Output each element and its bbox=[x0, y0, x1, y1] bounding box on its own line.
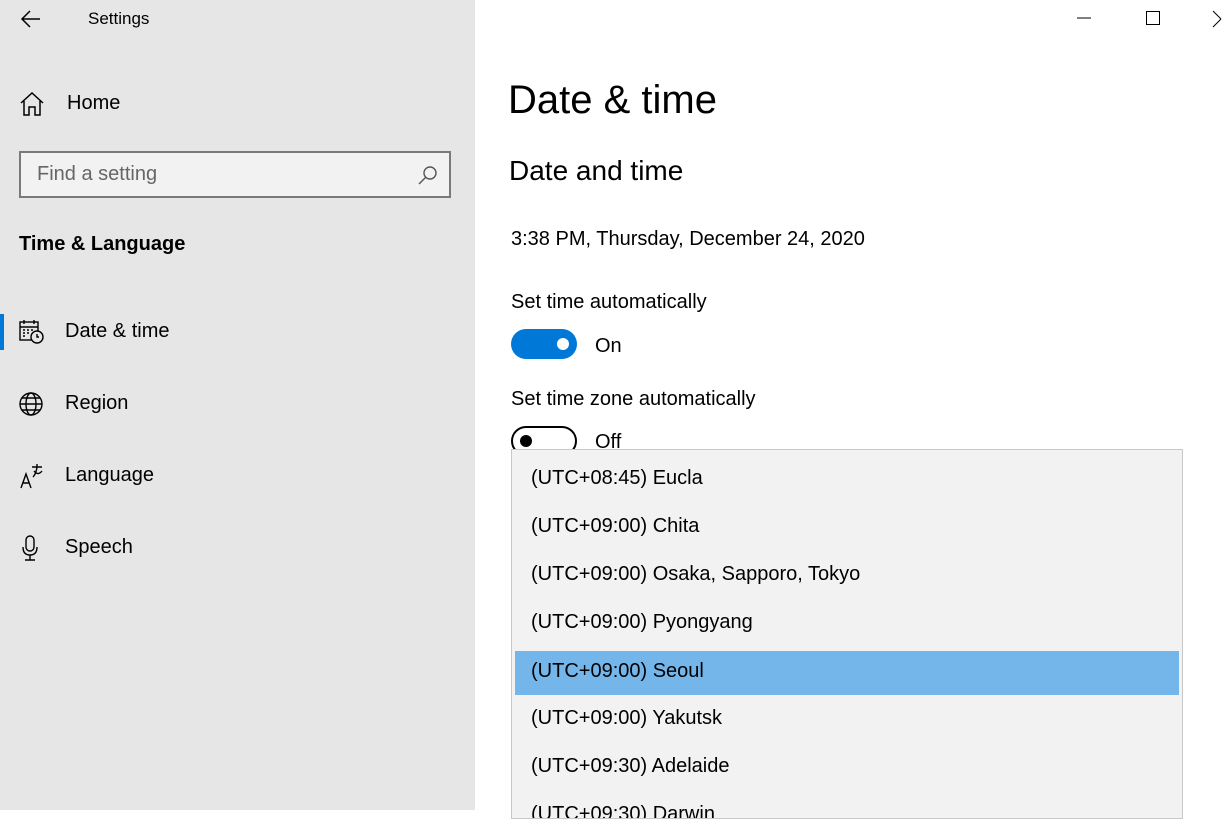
timezone-dropdown-list[interactable]: (UTC+08:45) Eucla (UTC+09:00) Chita (UTC… bbox=[511, 449, 1183, 819]
timezone-option-label: (UTC+09:00) Yakutsk bbox=[531, 707, 723, 729]
sidebar-item-speech[interactable]: Speech bbox=[0, 524, 475, 572]
app-title: Settings bbox=[88, 9, 150, 28]
timezone-option[interactable]: (UTC+08:45) Eucla bbox=[515, 458, 1179, 502]
sidebar-item-language[interactable]: Language bbox=[0, 452, 475, 500]
microphone-icon bbox=[18, 534, 46, 562]
sidebar-item-date-time[interactable]: Date & time bbox=[0, 308, 475, 356]
sidebar-item-label: Language bbox=[65, 464, 154, 486]
timezone-option[interactable]: (UTC+09:00) Chita bbox=[515, 506, 1179, 550]
timezone-option-label: (UTC+09:00) Osaka, Sapporo, Tokyo bbox=[531, 563, 861, 585]
home-icon bbox=[18, 90, 46, 118]
language-icon bbox=[18, 462, 46, 490]
search-icon[interactable] bbox=[417, 164, 439, 186]
calendar-clock-icon bbox=[18, 318, 46, 346]
timezone-option-label: (UTC+09:00) Seoul bbox=[531, 660, 704, 682]
toggle-knob bbox=[520, 435, 532, 447]
timezone-option-label: (UTC+09:00) Chita bbox=[531, 515, 700, 537]
timezone-option-selected[interactable]: (UTC+09:00) Seoul bbox=[515, 651, 1179, 695]
current-datetime: 3:38 PM, Thursday, December 24, 2020 bbox=[511, 228, 865, 250]
sidebar-item-region[interactable]: Region bbox=[0, 380, 475, 428]
timezone-option[interactable]: (UTC+09:30) Darwin bbox=[515, 794, 1179, 819]
search-box[interactable] bbox=[19, 151, 451, 198]
sidebar: Settings Home Time & Language bbox=[0, 0, 475, 810]
set-timezone-auto-label: Set time zone automatically bbox=[511, 388, 756, 410]
set-time-auto-toggle[interactable] bbox=[511, 329, 577, 359]
timezone-option[interactable]: (UTC+09:00) Pyongyang bbox=[515, 602, 1179, 646]
timezone-option[interactable]: (UTC+09:00) Osaka, Sapporo, Tokyo bbox=[515, 554, 1179, 598]
close-icon bbox=[1212, 10, 1222, 28]
search-input[interactable] bbox=[37, 153, 407, 196]
timezone-option[interactable]: (UTC+09:00) Yakutsk bbox=[515, 698, 1179, 742]
close-button[interactable] bbox=[1199, 0, 1223, 36]
timezone-option-label: (UTC+09:00) Pyongyang bbox=[531, 611, 753, 633]
sidebar-item-label: Speech bbox=[65, 536, 133, 558]
timezone-option-label: (UTC+08:45) Eucla bbox=[531, 467, 703, 489]
minimize-icon bbox=[1077, 17, 1091, 19]
minimize-button[interactable] bbox=[1061, 0, 1107, 36]
page-title: Date & time bbox=[508, 78, 717, 122]
back-button[interactable] bbox=[14, 2, 50, 34]
sidebar-item-label: Region bbox=[65, 392, 129, 414]
section-title: Time & Language bbox=[19, 233, 186, 255]
sidebar-item-label: Date & time bbox=[65, 320, 170, 342]
toggle-knob bbox=[557, 338, 569, 350]
set-time-auto-state: On bbox=[595, 335, 622, 357]
maximize-icon bbox=[1146, 11, 1160, 25]
set-time-auto-label: Set time automatically bbox=[511, 291, 707, 313]
timezone-option-label: (UTC+09:30) Darwin bbox=[531, 803, 715, 819]
maximize-button[interactable] bbox=[1130, 0, 1176, 36]
home-nav-item[interactable]: Home bbox=[18, 86, 458, 122]
timezone-option-label: (UTC+09:30) Adelaide bbox=[531, 755, 730, 777]
globe-icon bbox=[18, 390, 46, 418]
back-arrow-icon bbox=[20, 10, 40, 28]
timezone-option[interactable]: (UTC+09:30) Adelaide bbox=[515, 746, 1179, 790]
home-label: Home bbox=[67, 92, 121, 114]
section-heading: Date and time bbox=[509, 155, 684, 186]
